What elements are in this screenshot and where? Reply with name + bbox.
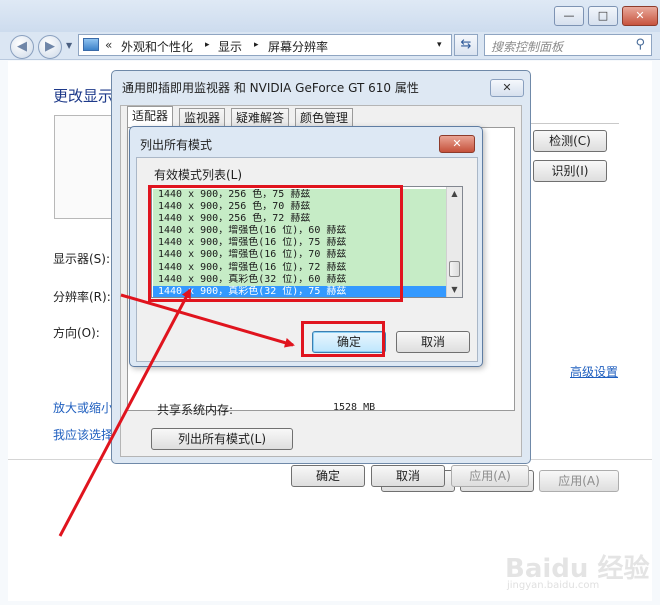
back-arrow-icon: ◀: [17, 39, 27, 54]
dialog-title: 列出所有模式: [140, 138, 213, 152]
breadcrumb-display[interactable]: 显示: [218, 38, 242, 55]
apply-button[interactable]: 应用(A): [539, 470, 619, 492]
back-button[interactable]: ◀: [10, 35, 34, 59]
which-settings-link[interactable]: 我应该选择: [53, 426, 113, 443]
cancel-button[interactable]: 取消: [371, 465, 445, 487]
vertical-scrollbar[interactable]: ▲ ▼: [446, 187, 462, 297]
scroll-down-icon[interactable]: ▼: [447, 283, 462, 297]
tab-adapter[interactable]: 适配器: [127, 106, 174, 128]
breadcrumb-screen-resolution[interactable]: 屏幕分辨率: [268, 38, 328, 55]
shared-memory-label: 共享系统内存:: [157, 403, 234, 417]
breadcrumb-appearance[interactable]: 外观和个性化: [121, 38, 193, 55]
advanced-settings-link[interactable]: 高级设置: [570, 363, 618, 380]
close-button[interactable]: ✕: [622, 6, 658, 26]
forward-arrow-icon: ▶: [45, 39, 55, 54]
valid-modes-label: 有效模式列表(L): [154, 168, 243, 182]
maximize-button[interactable]: □: [588, 6, 618, 26]
refresh-icon: ⇆: [460, 37, 472, 52]
list-all-modes-button[interactable]: 列出所有模式(L): [151, 428, 293, 450]
refresh-button[interactable]: ⇆: [454, 34, 478, 56]
control-panel-icon: [83, 38, 99, 51]
breadcrumb-separator-icon[interactable]: ▸: [254, 40, 259, 50]
ok-button[interactable]: 确定: [291, 465, 365, 487]
breadcrumb-separator-icon[interactable]: ▸: [205, 40, 210, 50]
baidu-watermark: Baidu 经验 jingyan.baidu.com: [505, 548, 655, 598]
apply-button[interactable]: 应用(A): [451, 465, 529, 487]
tab-troubleshoot[interactable]: 疑难解答: [231, 108, 290, 128]
recent-pages-chevron-icon[interactable]: ▼: [66, 41, 72, 50]
watermark-url: jingyan.baidu.com: [507, 580, 600, 591]
maximize-icon: □: [597, 9, 609, 22]
search-input[interactable]: 搜索控制面板 ⚲: [484, 34, 652, 56]
orientation-label: 方向(O):: [53, 326, 100, 340]
search-icon[interactable]: ⚲: [635, 37, 645, 52]
dialog-title: 通用即插即用监视器 和 NVIDIA GeForce GT 610 属性: [122, 81, 419, 95]
resolution-label: 分辨率(R):: [53, 290, 111, 304]
forward-button[interactable]: ▶: [38, 35, 62, 59]
annotation-highlight-list: [148, 185, 403, 302]
close-icon: ✕: [452, 137, 462, 150]
annotation-highlight-ok: [301, 321, 385, 357]
tab-monitor[interactable]: 监视器: [179, 108, 226, 128]
minimize-icon: —: [563, 9, 575, 22]
identify-button[interactable]: 识别(I): [533, 160, 607, 182]
close-icon: ✕: [502, 81, 512, 94]
cancel-button[interactable]: 取消: [396, 331, 470, 353]
minimize-button[interactable]: —: [554, 6, 584, 26]
search-placeholder: 搜索控制面板: [491, 40, 564, 54]
scrollbar-thumb[interactable]: [449, 261, 460, 277]
detect-button[interactable]: 检测(C): [533, 130, 607, 152]
zoom-text-link[interactable]: 放大或缩小: [53, 399, 113, 416]
title-bar: — □ ✕: [0, 0, 660, 32]
address-bar[interactable]: « 外观和个性化 ▸ 显示 ▸ 屏幕分辨率 ▾: [78, 34, 452, 56]
dialog-close-button[interactable]: ✕: [439, 135, 475, 153]
address-dropdown-icon[interactable]: ▾: [437, 40, 442, 50]
tab-color-management[interactable]: 颜色管理: [295, 108, 354, 128]
shared-memory-value: 1528 MB: [333, 402, 376, 413]
dialog-close-button[interactable]: ✕: [490, 79, 524, 97]
breadcrumb-overflow[interactable]: «: [105, 38, 112, 52]
scroll-up-icon[interactable]: ▲: [447, 187, 462, 201]
close-icon: ✕: [635, 9, 645, 22]
page-title: 更改显示: [53, 87, 114, 105]
display-label: 显示器(S):: [53, 252, 111, 266]
